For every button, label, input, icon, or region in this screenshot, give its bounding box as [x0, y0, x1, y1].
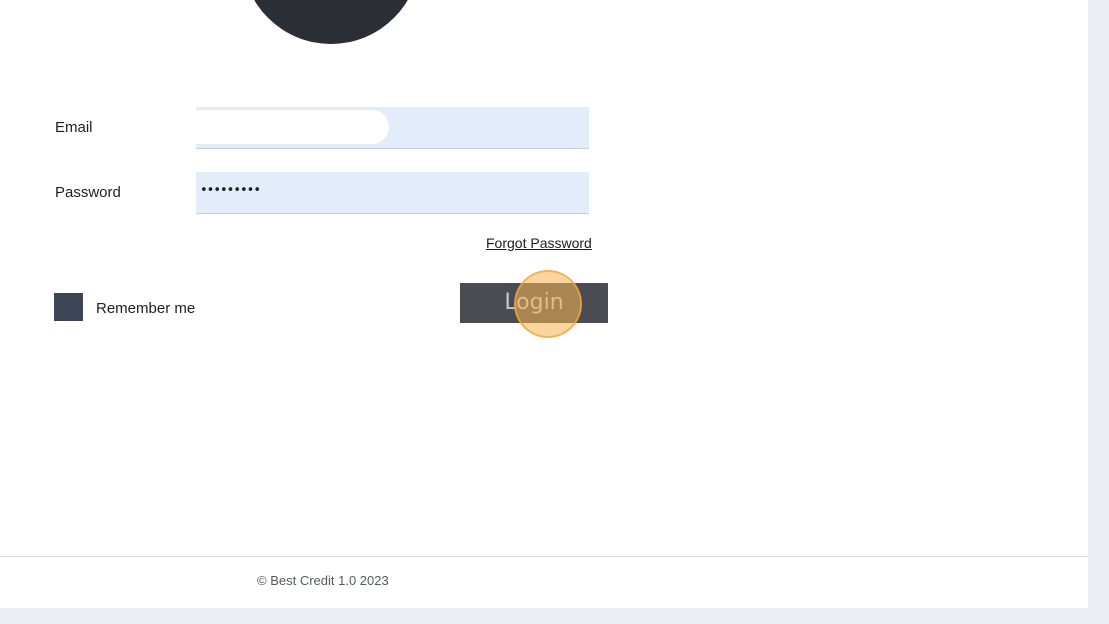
- password-value[interactable]: •••••••••: [200, 183, 261, 198]
- logo-avatar: [242, 0, 420, 44]
- footer-divider: [0, 556, 1088, 557]
- remember-me-checkbox[interactable]: [54, 293, 83, 321]
- forgot-password-link[interactable]: Forgot Password: [486, 235, 592, 251]
- remember-me-label: Remember me: [96, 300, 196, 317]
- footer-copyright: © Best Credit 1.0 2023: [257, 573, 389, 588]
- login-button[interactable]: Login: [460, 283, 608, 323]
- password-label: Password: [55, 184, 121, 201]
- password-field[interactable]: •••••••••: [196, 172, 589, 214]
- login-panel: Email Password ••••••••• Forgot Password…: [0, 0, 1088, 608]
- email-field[interactable]: [196, 107, 589, 149]
- email-label: Email: [55, 119, 93, 136]
- email-value[interactable]: [196, 110, 389, 144]
